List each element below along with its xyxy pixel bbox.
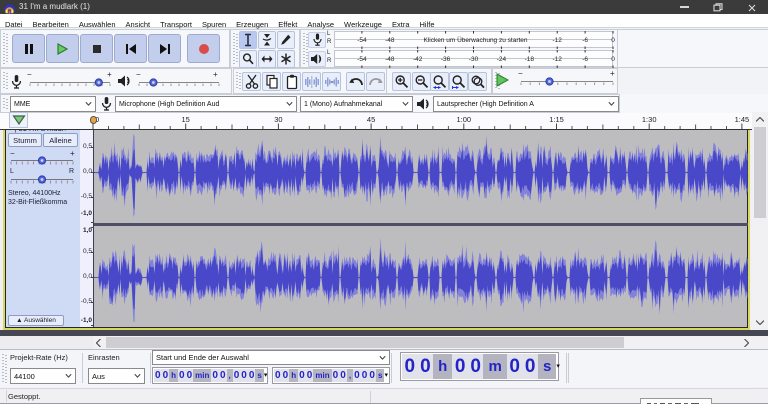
svg-text:1:00: 1:00 [456,115,471,124]
svg-text:1:30: 1:30 [642,115,657,124]
svg-text:45: 45 [367,115,375,124]
svg-text:Klicken um Überwachung zu star: Klicken um Überwachung zu starten [423,36,527,44]
svg-text:-6: -6 [582,56,588,63]
svg-text:-6: -6 [582,37,588,44]
svg-text:-54: -54 [357,37,367,44]
svg-text:-48: -48 [385,56,395,63]
svg-text:15: 15 [182,115,190,124]
svg-text:-12: -12 [552,37,562,44]
svg-text:30: 30 [274,115,282,124]
svg-text:-36: -36 [441,56,451,63]
svg-text:-18: -18 [525,56,535,63]
svg-text:0: 0 [611,56,615,63]
svg-text:-42: -42 [413,56,423,63]
svg-text:-30: -30 [469,56,479,63]
svg-text:1:15: 1:15 [549,115,564,124]
svg-text:1:45: 1:45 [735,115,750,124]
svg-text:-48: -48 [385,37,395,44]
svg-text:-12: -12 [552,56,562,63]
svg-text:-54: -54 [357,56,367,63]
svg-text:-24: -24 [497,56,507,63]
svg-text:0: 0 [611,37,615,44]
